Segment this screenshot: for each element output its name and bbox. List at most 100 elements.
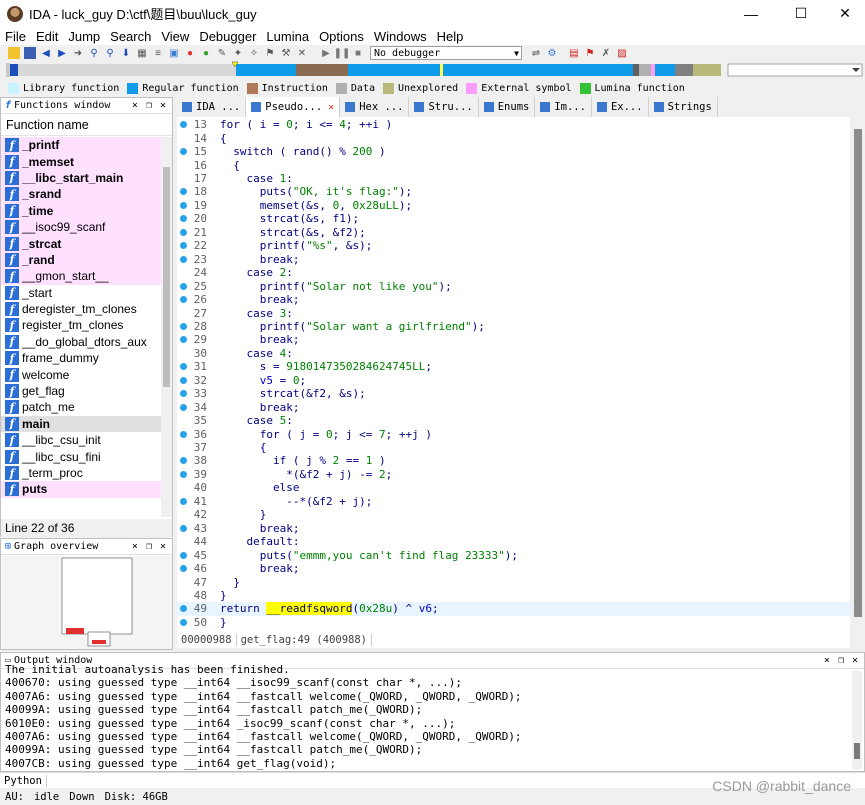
breakpoint-dot-icon[interactable] [180, 255, 187, 263]
function-list-item[interactable]: f _time [1, 202, 161, 219]
tool-e-icon[interactable]: ▨ [616, 47, 628, 59]
wrench-icon[interactable]: ✗ [600, 47, 612, 59]
tab-enums[interactable]: Enums [479, 97, 536, 117]
tool-c-icon[interactable]: ⚑ [264, 47, 276, 59]
code-line[interactable]: 44 default: [177, 535, 850, 548]
code-line[interactable]: 34 break; [177, 400, 850, 414]
code-scrollbar-thumb[interactable] [854, 129, 862, 617]
pane-close-x-icon[interactable]: ✕ [160, 100, 166, 111]
pane-close-x-icon[interactable]: ✕ [852, 655, 858, 666]
function-list-item[interactable]: f welcome [1, 366, 161, 382]
minimize-button[interactable]: — [728, 0, 774, 27]
code-line[interactable]: 49 return __readfsqword(0x28u) ^ v6; [177, 602, 850, 616]
pseudocode-view[interactable]: 13 for ( i = 0; i <= 4; ++i ) 14 {15 switch… [177, 117, 865, 631]
code-line[interactable]: 28 printf("Solar want a girlfriend"); [177, 320, 850, 333]
code-line[interactable]: 19 memset(&s, 0, 0x28uLL); [177, 199, 850, 212]
breakpoint-dot-icon[interactable] [180, 296, 187, 304]
graph-overview-canvas[interactable] [2, 556, 172, 649]
tab-pseudocode[interactable]: Pseudo... ✕ [246, 97, 341, 117]
code-line[interactable]: 15 switch ( rand() % 200 ) [177, 145, 850, 158]
function-list-item[interactable]: f __libc_csu_fini [1, 448, 161, 464]
code-line[interactable]: 50} [177, 616, 850, 629]
breakpoint-dot-icon[interactable] [180, 551, 187, 559]
breakpoint-dot-icon[interactable] [180, 470, 187, 478]
code-line[interactable]: 43 break; [177, 522, 850, 535]
menu-file[interactable]: File [0, 29, 31, 44]
function-list-item[interactable]: f get_flag [1, 383, 161, 399]
output-scrollbar[interactable] [852, 671, 862, 769]
breakpoint-dot-icon[interactable] [180, 322, 187, 330]
function-list-item[interactable]: f _srand [1, 186, 161, 203]
pane-close-x-icon[interactable]: ✕ [160, 541, 166, 552]
code-line[interactable]: 23 break; [177, 253, 850, 266]
tool-d-icon[interactable]: ⚒ [280, 47, 292, 59]
code-line[interactable]: 21 strcat(&s, &f2); [177, 226, 850, 239]
maximize-button[interactable]: ☐ [778, 0, 824, 27]
breakpoint-dot-icon[interactable] [180, 605, 187, 613]
open-folder-icon[interactable] [8, 47, 20, 59]
code-line[interactable]: 36 for ( j = 0; j <= 7; ++j ) [177, 427, 850, 441]
function-list-item[interactable]: f deregister_tm_clones [1, 301, 161, 317]
tab-structures[interactable]: Stru... [409, 97, 479, 117]
code-line[interactable]: 25 printf("Solar not like you"); [177, 279, 850, 293]
breakpoint-list-icon[interactable]: ▤ [568, 47, 580, 59]
breakpoint-dot-icon[interactable] [180, 282, 187, 290]
code-line[interactable]: 38 if ( j % 2 == 1 ) [177, 454, 850, 467]
breakpoint-dot-icon[interactable] [180, 188, 187, 196]
function-list-item[interactable]: f puts [1, 481, 161, 498]
tool-a-icon[interactable]: ✦ [232, 47, 244, 59]
down-arrow-icon[interactable]: ⬇ [120, 47, 132, 59]
stop-square-icon[interactable]: ■ [352, 47, 364, 59]
breakpoint-dot-icon[interactable] [180, 497, 187, 505]
breakpoint-dot-icon[interactable] [180, 524, 187, 532]
function-list-item[interactable]: f __libc_start_main [1, 169, 161, 187]
code-line[interactable]: 17 case 1: [177, 172, 850, 185]
menu-edit[interactable]: Edit [31, 29, 63, 44]
function-list-item[interactable]: f _start [1, 285, 161, 301]
code-line[interactable]: 26 break; [177, 293, 850, 306]
code-line[interactable]: 31 s = 9180147350284624745LL; [177, 360, 850, 373]
code-line[interactable]: 47 } [177, 575, 850, 589]
breakpoint-dot-icon[interactable] [180, 363, 187, 371]
pane-close-icon[interactable]: × [132, 100, 138, 111]
breakpoint-dot-icon[interactable] [180, 403, 187, 411]
run-icon[interactable]: ▶ [320, 47, 332, 59]
breakpoint-dot-icon[interactable] [180, 336, 187, 344]
stop-icon[interactable]: ● [184, 47, 196, 59]
function-list-item[interactable]: f _printf [1, 137, 161, 154]
code-line[interactable]: 32 v5 = 0; [177, 374, 850, 387]
pause-icon[interactable]: ❚❚ [334, 47, 351, 59]
breakpoint-dot-icon[interactable] [180, 121, 187, 129]
patch-icon[interactable]: ✎ [216, 47, 228, 59]
breakpoint-dot-icon[interactable] [180, 242, 187, 250]
jump-icon[interactable]: ➜ [72, 47, 84, 59]
tab-imports[interactable]: Im... [535, 97, 592, 117]
tab-exports[interactable]: Ex... [592, 97, 649, 117]
code-line[interactable]: 22 printf("%s", &s); [177, 239, 850, 252]
menu-lumina[interactable]: Lumina [261, 29, 314, 44]
code-line[interactable]: 16 { [177, 158, 850, 172]
code-line[interactable]: 20 strcat(&s, f1); [177, 212, 850, 225]
function-list-item[interactable]: f __isoc99_scanf [1, 218, 161, 236]
code-line[interactable]: 27 case 3: [177, 306, 850, 320]
code-line[interactable]: 45 puts("emmm,you can't find flag 23333"… [177, 548, 850, 562]
menu-jump[interactable]: Jump [63, 29, 105, 44]
function-list-item[interactable]: f _rand [1, 251, 161, 269]
debugger-select[interactable]: No debugger ▼ [370, 46, 522, 60]
function-list-item[interactable]: f _term_proc [1, 465, 161, 481]
function-list-item[interactable]: f __libc_csu_init [1, 432, 161, 448]
pane-float-icon[interactable]: ❐ [146, 541, 152, 552]
code-line[interactable]: 40 else [177, 481, 850, 494]
tab-ida-view[interactable]: IDA ... [177, 97, 247, 117]
code-line[interactable]: 39 *(&f2 + j) -= 2; [177, 468, 850, 481]
output-scrollbar-thumb[interactable] [854, 743, 860, 759]
code-line[interactable]: 18 puts("OK, it's flag:"); [177, 185, 850, 198]
breakpoint-dot-icon[interactable] [180, 457, 187, 465]
code-line[interactable]: 30 case 4: [177, 347, 850, 360]
function-list-item[interactable]: f patch_me [1, 399, 161, 415]
tool-b-icon[interactable]: ✧ [248, 47, 260, 59]
code-line[interactable]: 37 { [177, 441, 850, 454]
forward-arrow-icon[interactable]: ▶ [56, 47, 68, 59]
cli-language-button[interactable]: Python [0, 774, 47, 787]
breakpoint-dot-icon[interactable] [180, 376, 187, 384]
